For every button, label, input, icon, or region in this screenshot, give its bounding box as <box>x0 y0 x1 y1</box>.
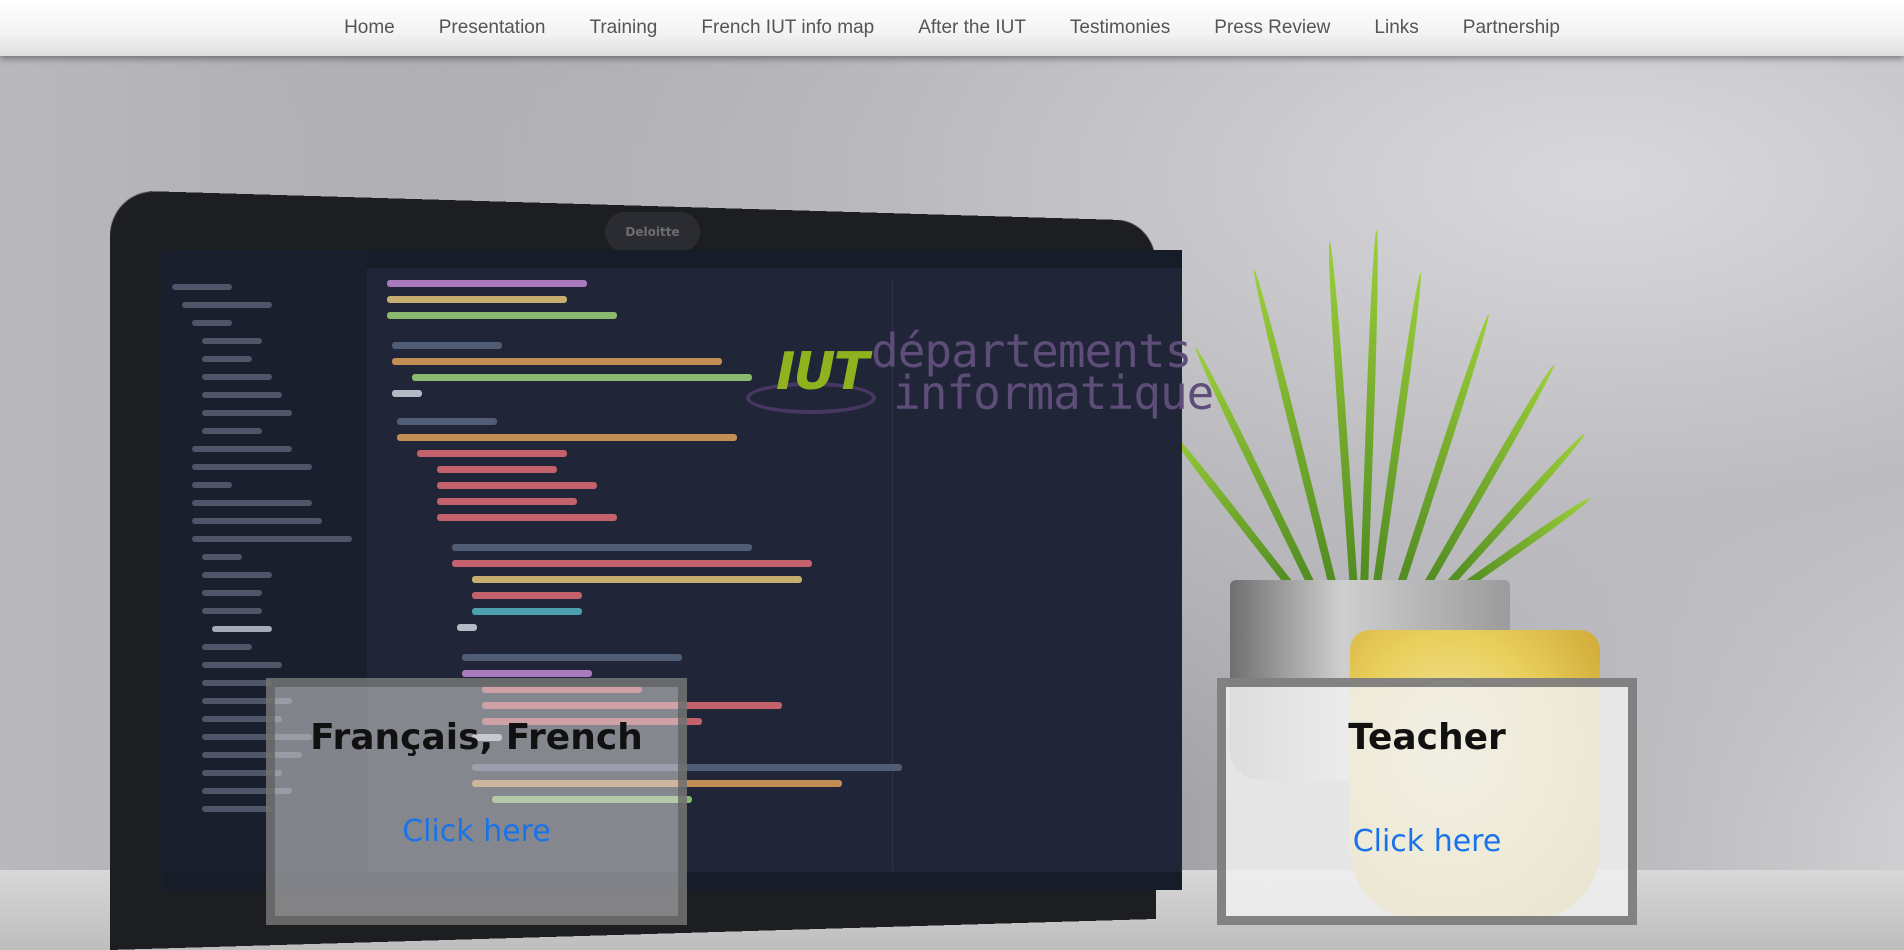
french-card: Français, French Click here <box>266 678 687 925</box>
teacher-card-title: Teacher <box>1348 717 1506 758</box>
editor-tab-bar <box>367 250 1182 268</box>
nav-testimonies[interactable]: Testimonies <box>1048 2 1192 54</box>
laptop-brand: Deloitte <box>625 225 680 239</box>
nav-list: Home Presentation Training French IUT in… <box>322 2 1582 54</box>
nav-after-the-iut[interactable]: After the IUT <box>896 2 1048 54</box>
teacher-card: Teacher Click here <box>1217 678 1637 925</box>
logo-department-text: départements informatique <box>871 328 1214 420</box>
nav-press-review[interactable]: Press Review <box>1192 2 1352 54</box>
nav-training[interactable]: Training <box>567 2 679 54</box>
french-card-title: Français, French <box>310 717 643 758</box>
laptop-camera-notch: Deloitte <box>605 212 700 252</box>
iut-logo: IUT départements informatique <box>746 328 1214 430</box>
nav-links[interactable]: Links <box>1352 2 1440 54</box>
french-click-here-link[interactable]: Click here <box>402 814 551 849</box>
nav-partnership[interactable]: Partnership <box>1441 2 1582 54</box>
nav-home[interactable]: Home <box>322 2 417 54</box>
teacher-click-here-link[interactable]: Click here <box>1353 824 1502 859</box>
logo-iut-text: IUT <box>776 342 869 402</box>
nav-presentation[interactable]: Presentation <box>417 2 568 54</box>
logo-line-2: informatique <box>893 366 1214 420</box>
nav-french-iut-info-map[interactable]: French IUT info map <box>679 2 896 54</box>
main-navbar: Home Presentation Training French IUT in… <box>0 0 1904 56</box>
